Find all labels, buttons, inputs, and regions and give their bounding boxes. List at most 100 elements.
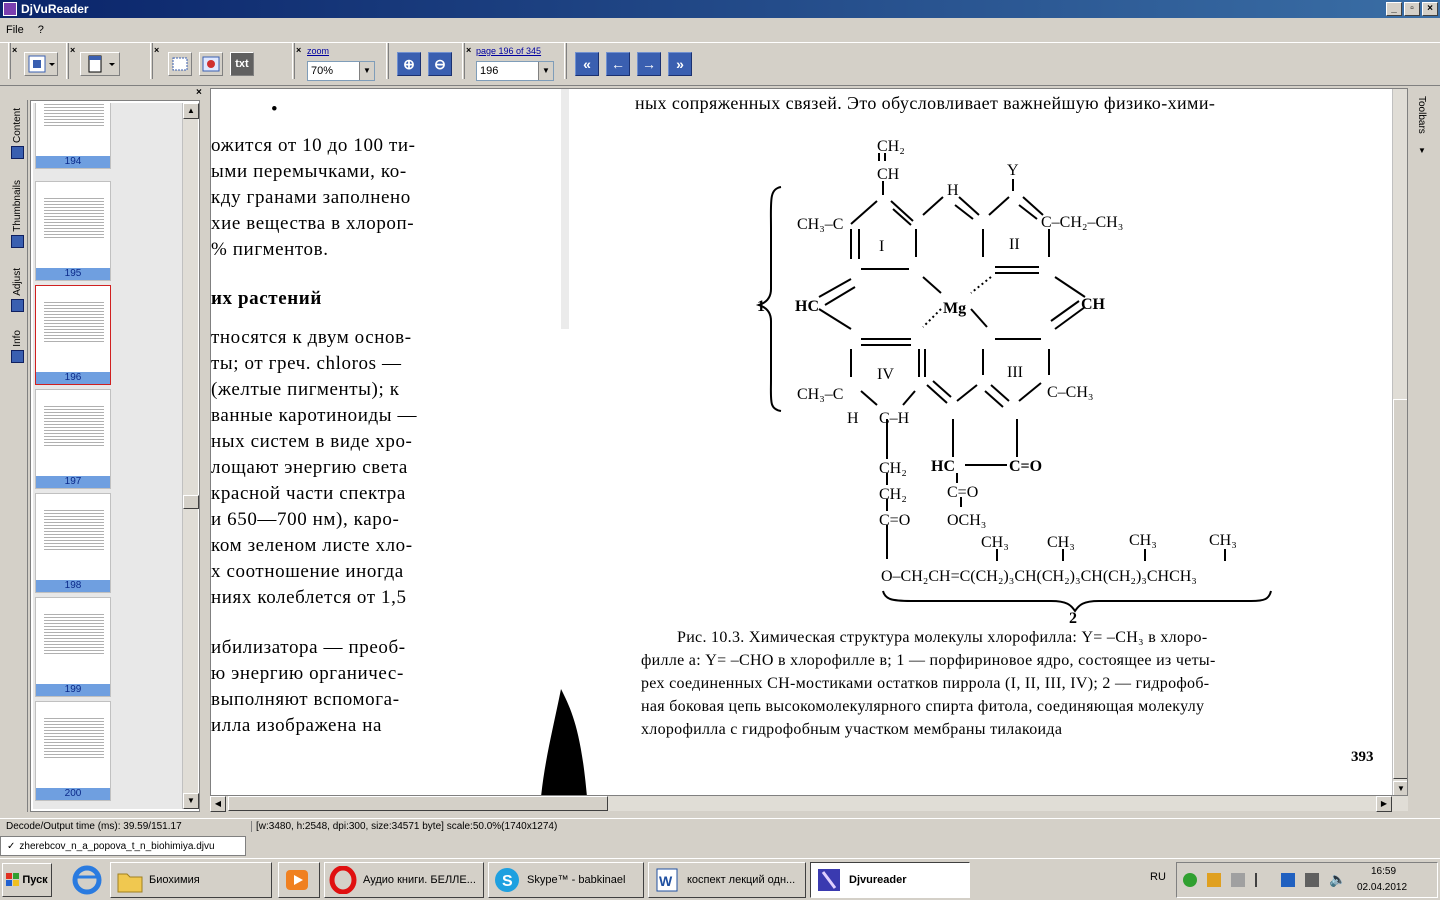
svg-text:S: S: [502, 873, 513, 890]
scroll-left-arrow-icon[interactable]: ◀: [210, 796, 226, 812]
zoom-out-button[interactable]: ⊖: [428, 52, 452, 76]
toolbar: × × × txt × zoom 70% ▼ ⊕ ⊖ × page 196 of…: [0, 42, 1440, 86]
chevron-down-icon[interactable]: ▼: [359, 62, 374, 80]
thumbnail-196[interactable]: 196: [35, 285, 111, 385]
text-line: ниях колеблется от 1,5: [211, 587, 407, 608]
internet-explorer-icon[interactable]: [72, 865, 102, 895]
page-label: page 196 of 345: [476, 46, 542, 56]
formula-label: CH: [1081, 296, 1106, 313]
formula-label: 2: [1069, 610, 1077, 627]
image-mode-button[interactable]: [199, 52, 223, 76]
taskbar-item-label: Биохимия: [149, 874, 200, 886]
close-icon[interactable]: ×: [296, 45, 301, 55]
page-combo[interactable]: 196 ▼: [476, 61, 554, 81]
thumbnail-195[interactable]: 195: [35, 181, 111, 281]
close-icon[interactable]: ×: [70, 45, 75, 55]
document-view[interactable]: • ожится от 10 до 100 ти- ыми перемычкам…: [210, 88, 1408, 796]
tab-adjust[interactable]: Adjust: [8, 268, 26, 312]
security-icon[interactable]: [1183, 873, 1197, 887]
page-info: [w:3480, h:2548, dpi:300, size:34571 byt…: [256, 821, 558, 832]
flag-icon[interactable]: [1255, 873, 1269, 887]
clock-time[interactable]: 16:59: [1371, 866, 1396, 877]
thumbnail-198[interactable]: 198: [35, 493, 111, 593]
chevron-down-icon[interactable]: ▼: [538, 62, 553, 80]
page-icon: [88, 55, 115, 73]
scroll-up-arrow-icon[interactable]: ▲: [183, 103, 199, 119]
formula-label: CH₃: [1129, 532, 1157, 549]
tab-thumbnails[interactable]: Thumbnails: [8, 180, 26, 248]
title-bar: DjVuReader _ ▫ ×: [0, 0, 1440, 18]
scroll-thumb[interactable]: [183, 495, 199, 509]
thumbnail-199[interactable]: 199: [35, 597, 111, 697]
toolbar-grip[interactable]: [564, 43, 567, 79]
thumbnail-200[interactable]: 200: [35, 701, 111, 801]
taskbar-item-opera[interactable]: Аудио книги. БЕЛЛЕ...: [324, 862, 484, 898]
taskbar-item-biochem[interactable]: Биохимия: [110, 862, 272, 898]
toolbars-tab[interactable]: Toolbars ▼: [1410, 88, 1438, 808]
zoom-combo[interactable]: 70% ▼: [307, 61, 375, 81]
thumbnail-number: 196: [36, 372, 110, 384]
tray-app-icon[interactable]: [1207, 873, 1221, 887]
first-page-button[interactable]: «: [575, 52, 599, 76]
scroll-thumb[interactable]: [1393, 399, 1407, 779]
formula-label: 1: [757, 298, 765, 315]
taskbar-item-word[interactable]: W коспект лекций одн...: [648, 862, 806, 898]
scroll-down-arrow-icon[interactable]: ▼: [1393, 781, 1407, 795]
minimize-button[interactable]: _: [1386, 2, 1402, 16]
toolbar-grip[interactable]: [8, 43, 11, 79]
text-line: выполняют вспомога-: [211, 689, 400, 710]
toolbar-grip[interactable]: [66, 43, 69, 79]
ring-label: II: [1009, 236, 1020, 253]
close-icon[interactable]: ×: [12, 45, 17, 55]
last-page-button[interactable]: »: [668, 52, 692, 76]
clock-date[interactable]: 02.04.2012: [1357, 882, 1407, 893]
text-mode-button[interactable]: txt: [230, 52, 254, 76]
content-icon: [10, 146, 24, 160]
taskbar-item-djvureader[interactable]: Djvureader: [810, 862, 970, 898]
windows-logo-icon: [6, 873, 20, 886]
zoom-value: 70%: [311, 65, 334, 77]
start-button[interactable]: Пуск: [2, 863, 52, 897]
figure-caption: ная боковая цепь высокомолекулярного спи…: [641, 698, 1205, 715]
close-icon[interactable]: ×: [466, 45, 471, 55]
bluetooth-icon[interactable]: [1281, 873, 1295, 887]
app-icon: [3, 2, 17, 16]
toolbar-grip[interactable]: [386, 43, 389, 79]
restore-button[interactable]: ▫: [1404, 2, 1420, 16]
thumbnail-194[interactable]: 194: [35, 103, 111, 169]
tab-info[interactable]: Info: [8, 330, 26, 363]
zoom-in-button[interactable]: ⊕: [397, 52, 421, 76]
layout-button[interactable]: [24, 52, 58, 76]
scroll-right-arrow-icon[interactable]: ▶: [1376, 796, 1392, 812]
scroll-down-arrow-icon[interactable]: ▼: [183, 793, 199, 809]
toolbar-grip[interactable]: [292, 43, 295, 79]
prev-page-button[interactable]: ←: [606, 52, 630, 76]
tab-content[interactable]: Content: [8, 108, 26, 160]
formula-label: C=O: [879, 512, 910, 529]
toolbar-grip[interactable]: [150, 43, 153, 79]
page-mode-button[interactable]: [80, 52, 120, 76]
window-title: DjVuReader: [21, 2, 89, 16]
formula-label: H: [847, 410, 859, 427]
menu-help[interactable]: ?: [38, 24, 44, 36]
close-button[interactable]: ×: [1422, 2, 1438, 16]
thumbnail-197[interactable]: 197: [35, 389, 111, 489]
next-page-button[interactable]: →: [637, 52, 661, 76]
file-tab[interactable]: ✓ zherebcov_n_a_popova_t_n_biohimiya.djv…: [0, 836, 246, 856]
thumbnail-panel: 194 195 196 197 198 199 200 ▲ ▼: [30, 100, 200, 812]
network-icon[interactable]: [1305, 873, 1319, 887]
taskbar-item-skype[interactable]: S Skype™ - babkinael: [488, 862, 644, 898]
taskbar-item-player[interactable]: [278, 862, 320, 898]
language-indicator[interactable]: RU: [1150, 871, 1166, 883]
volume-icon[interactable]: 🔈: [1329, 871, 1346, 888]
close-icon[interactable]: ×: [154, 45, 159, 55]
thumbnail-scrollbar[interactable]: ▲ ▼: [182, 103, 199, 809]
document-hscrollbar[interactable]: ◀ ▶: [210, 796, 1408, 812]
close-icon[interactable]: ×: [196, 87, 202, 98]
menu-file[interactable]: File: [6, 24, 24, 36]
toolbar-grip[interactable]: [462, 43, 465, 79]
select-area-button[interactable]: [168, 52, 192, 76]
scroll-thumb[interactable]: [228, 796, 608, 811]
document-vscrollbar[interactable]: ▼: [1392, 89, 1407, 795]
tray-app-icon[interactable]: [1231, 873, 1245, 887]
